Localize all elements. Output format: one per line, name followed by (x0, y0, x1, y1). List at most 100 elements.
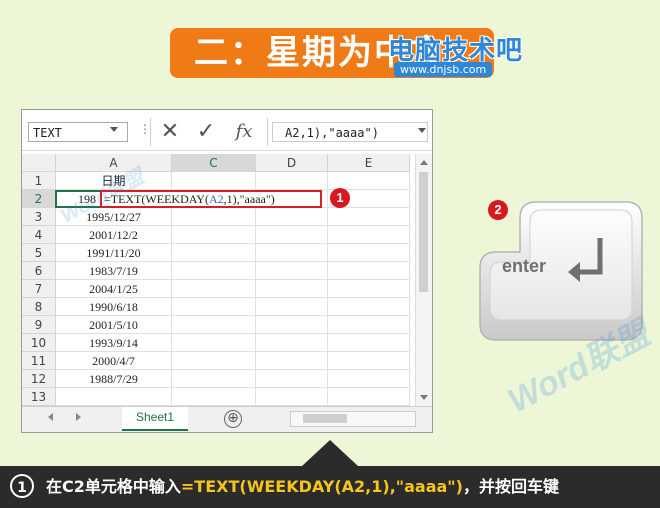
row-header[interactable]: 3 (22, 208, 56, 226)
cell-a7[interactable]: 2004/1/25 (56, 280, 172, 298)
column-header-d[interactable]: D (256, 154, 328, 172)
cell-a4[interactable]: 2001/12/2 (56, 226, 172, 244)
scroll-down-icon[interactable] (420, 395, 428, 400)
column-header-row: A C D E (22, 154, 432, 172)
cell-a10[interactable]: 1993/9/14 (56, 334, 172, 352)
table-row: 9 2001/5/10 (22, 316, 432, 334)
row-header[interactable]: 5 (22, 244, 56, 262)
cell-e12[interactable] (328, 370, 410, 388)
table-row: 11 2000/4/7 (22, 352, 432, 370)
row-header[interactable]: 1 (22, 172, 56, 190)
column-header-c[interactable]: C (172, 154, 256, 172)
row-header[interactable]: 2 (22, 190, 56, 208)
cell-a5[interactable]: 1991/11/20 (56, 244, 172, 262)
cell-e4[interactable] (328, 226, 410, 244)
cell-a8[interactable]: 1990/6/18 (56, 298, 172, 316)
row-header[interactable]: 9 (22, 316, 56, 334)
logo-url: www.dnjsb.com (394, 62, 493, 77)
cell-e10[interactable] (328, 334, 410, 352)
confirm-icon[interactable]: ✓ (195, 118, 217, 146)
sheet-next-icon[interactable] (76, 413, 81, 421)
cancel-icon[interactable]: ✕ (159, 118, 181, 146)
cell-e13[interactable] (328, 388, 410, 406)
sheet-prev-icon[interactable] (48, 413, 53, 421)
table-row: 7 2004/1/25 (22, 280, 432, 298)
cell-c3[interactable] (172, 208, 256, 226)
namebox-input[interactable]: TEXT (28, 122, 128, 142)
cell-d4[interactable] (256, 226, 328, 244)
cell-d8[interactable] (256, 298, 328, 316)
step-badge-two: 2 (488, 200, 508, 220)
table-row: 12 1988/7/29 (22, 370, 432, 388)
row-header[interactable]: 7 (22, 280, 56, 298)
cell-d12[interactable] (256, 370, 328, 388)
cell-a9[interactable]: 2001/5/10 (56, 316, 172, 334)
formula-row: TEXT ⋮ ✕ ✓ fx A2,1),"aaaa") (22, 110, 432, 151)
excel-window: TEXT ⋮ ✕ ✓ fx A2,1),"aaaa") A C D E 1 日期… (21, 109, 433, 433)
formula-cell-ref: A2 (208, 192, 224, 206)
cell-c12[interactable] (172, 370, 256, 388)
cell-e8[interactable] (328, 298, 410, 316)
cell-a13[interactable] (56, 388, 172, 406)
row-header[interactable]: 12 (22, 370, 56, 388)
cell-e9[interactable] (328, 316, 410, 334)
cell-c4[interactable] (172, 226, 256, 244)
tab-sheet1[interactable]: Sheet1 (122, 407, 188, 431)
cell-d13[interactable] (256, 388, 328, 406)
row-header[interactable]: 4 (22, 226, 56, 244)
row-header[interactable]: 13 (22, 388, 56, 406)
horizontal-scrollbar[interactable] (290, 411, 416, 427)
cell-c13[interactable] (172, 388, 256, 406)
row-header[interactable]: 8 (22, 298, 56, 316)
select-all-corner[interactable] (22, 154, 56, 172)
row-header[interactable]: 6 (22, 262, 56, 280)
cell-d11[interactable] (256, 352, 328, 370)
enter-key-label: enter (502, 256, 547, 276)
row-header[interactable]: 10 (22, 334, 56, 352)
cell-c9[interactable] (172, 316, 256, 334)
hscroll-thumb[interactable] (303, 414, 347, 423)
table-row: 13 (22, 388, 432, 406)
cell-c8[interactable] (172, 298, 256, 316)
cell-c10[interactable] (172, 334, 256, 352)
cell-d7[interactable] (256, 280, 328, 298)
namebox-dropdown-icon[interactable] (110, 127, 118, 132)
cell-c11[interactable] (172, 352, 256, 370)
row-header[interactable]: 11 (22, 352, 56, 370)
table-row: 10 1993/9/14 (22, 334, 432, 352)
cell-d3[interactable] (256, 208, 328, 226)
formula-buttons: ✕ ✓ fx (150, 118, 268, 146)
cell-e3[interactable] (328, 208, 410, 226)
scroll-thumb[interactable] (419, 172, 428, 292)
table-row: 4 2001/12/2 (22, 226, 432, 244)
cell-a12[interactable]: 1988/7/29 (56, 370, 172, 388)
cell-e11[interactable] (328, 352, 410, 370)
cell-d1[interactable] (256, 172, 328, 190)
cell-a11[interactable]: 2000/4/7 (56, 352, 172, 370)
cell-c5[interactable] (172, 244, 256, 262)
insert-function-icon[interactable]: fx (231, 118, 257, 146)
caption-pointer (302, 440, 358, 466)
cell-c6[interactable] (172, 262, 256, 280)
formula-bar-input[interactable]: A2,1),"aaaa") (272, 122, 428, 142)
cell-e7[interactable] (328, 280, 410, 298)
cell-d10[interactable] (256, 334, 328, 352)
cell-c7[interactable] (172, 280, 256, 298)
column-header-a[interactable]: A (56, 154, 172, 172)
cell-d6[interactable] (256, 262, 328, 280)
table-row: 8 1990/6/18 (22, 298, 432, 316)
caption-step-number: 1 (10, 474, 34, 498)
cell-c1[interactable] (172, 172, 256, 190)
cell-e5[interactable] (328, 244, 410, 262)
cell-d9[interactable] (256, 316, 328, 334)
sheet-tab-bar: Sheet1 ⊕ (22, 406, 432, 432)
column-header-e[interactable]: E (328, 154, 410, 172)
formula-expand-icon[interactable] (418, 128, 426, 133)
cell-e6[interactable] (328, 262, 410, 280)
scroll-up-icon[interactable] (420, 160, 428, 165)
cell-d5[interactable] (256, 244, 328, 262)
vertical-scrollbar[interactable] (415, 154, 432, 406)
step-badge-one: 1 (330, 188, 350, 208)
cell-a6[interactable]: 1983/7/19 (56, 262, 172, 280)
add-sheet-icon[interactable]: ⊕ (224, 410, 242, 428)
